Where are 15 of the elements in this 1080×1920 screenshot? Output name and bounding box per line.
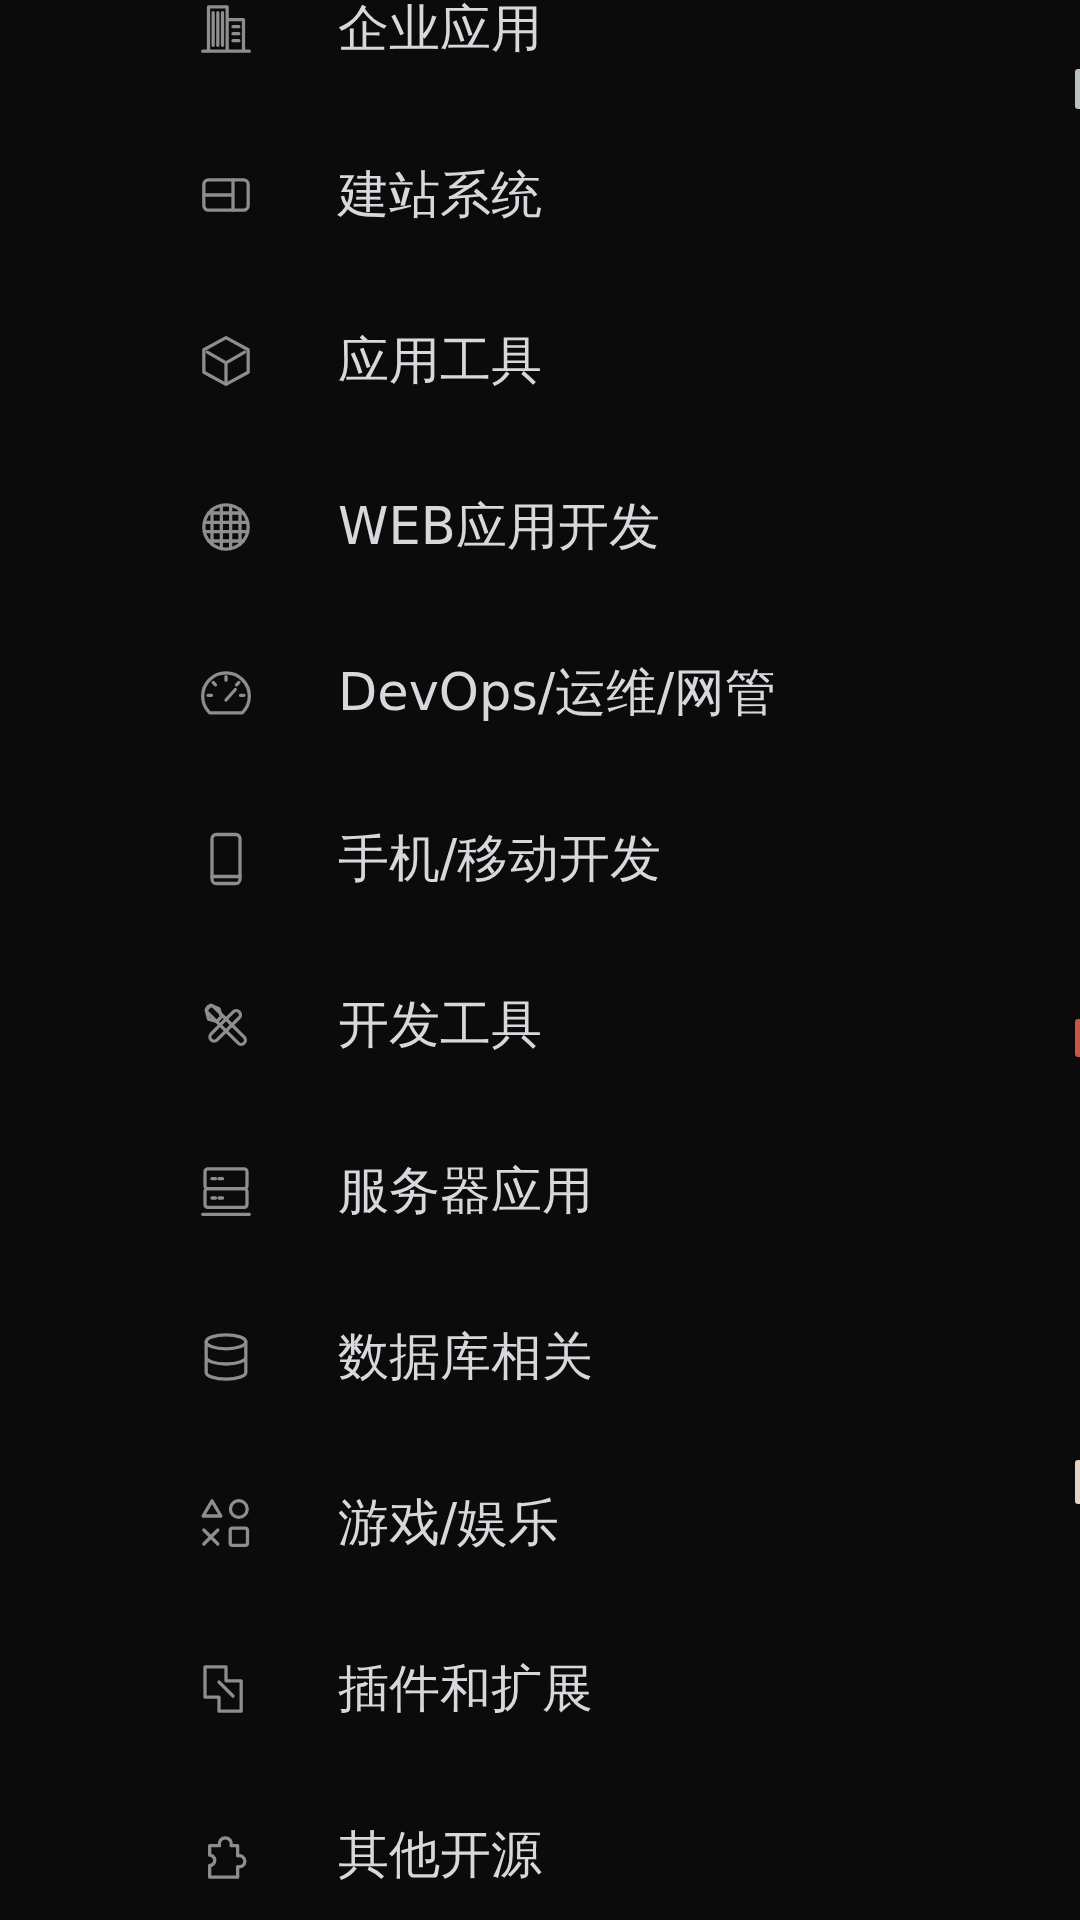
category-link[interactable]: WEB应用开发 (198, 496, 660, 558)
category-link[interactable]: 开发工具 (198, 994, 542, 1056)
category-link[interactable]: DevOps/运维/网管 (198, 662, 777, 724)
category-link[interactable]: 游戏/娱乐 (198, 1492, 560, 1554)
cropped-thumbnail (1075, 1019, 1080, 1057)
category-link[interactable]: 企业应用 (198, 0, 542, 60)
cropped-thumbnail (1075, 1460, 1080, 1504)
category-link[interactable]: 数据库相关 (198, 1326, 593, 1388)
cropped-thumbnail (1075, 69, 1080, 109)
category-link[interactable]: 服务器应用 (198, 1160, 593, 1222)
category-link[interactable]: 插件和扩展 (198, 1658, 593, 1720)
category-link[interactable]: 应用工具 (198, 330, 542, 392)
category-link[interactable]: 手机/移动开发 (198, 828, 662, 890)
category-link[interactable]: 建站系统 (198, 164, 542, 226)
category-link[interactable]: 其他开源 (198, 1824, 542, 1886)
